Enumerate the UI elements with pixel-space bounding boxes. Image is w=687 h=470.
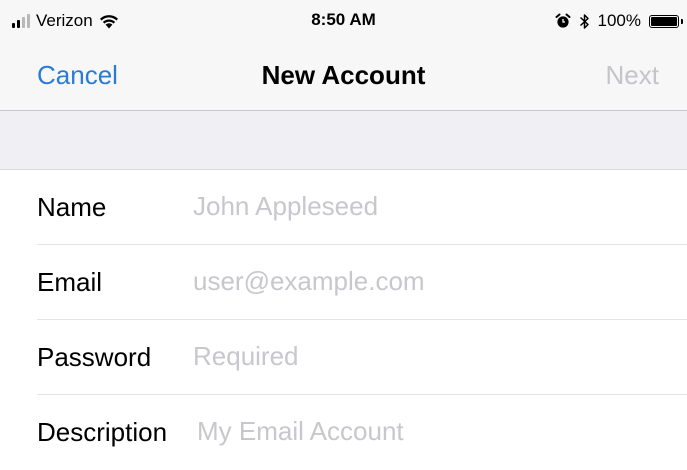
email-field[interactable] xyxy=(193,261,663,301)
email-label: Email xyxy=(37,267,103,297)
form-row-description: Description xyxy=(0,395,687,470)
name-field[interactable] xyxy=(193,186,663,226)
password-label: Password xyxy=(37,342,152,372)
navigation-bar: Cancel New Account Next xyxy=(0,44,687,111)
form-row-password: Password xyxy=(0,320,687,395)
bluetooth-icon xyxy=(579,13,589,29)
description-field[interactable] xyxy=(197,411,663,451)
status-right: 100% xyxy=(555,9,683,33)
next-button[interactable]: Next xyxy=(606,60,659,91)
alarm-icon xyxy=(555,13,571,28)
form-row-name: Name xyxy=(0,170,687,245)
page-title: New Account xyxy=(261,60,426,90)
password-field[interactable] xyxy=(193,336,663,376)
mail-new-account-screen: Verizon 8:50 AM 100% Cancel New Account … xyxy=(0,0,687,470)
name-label: Name xyxy=(37,192,107,222)
status-bar: Verizon 8:50 AM 100% xyxy=(0,0,687,44)
battery-icon xyxy=(649,14,683,28)
description-label: Description xyxy=(37,417,168,447)
account-form: Name Email Password Description xyxy=(0,170,687,470)
battery-percent: 100% xyxy=(597,11,641,30)
section-header-spacer xyxy=(0,111,687,170)
form-row-email: Email xyxy=(0,245,687,320)
